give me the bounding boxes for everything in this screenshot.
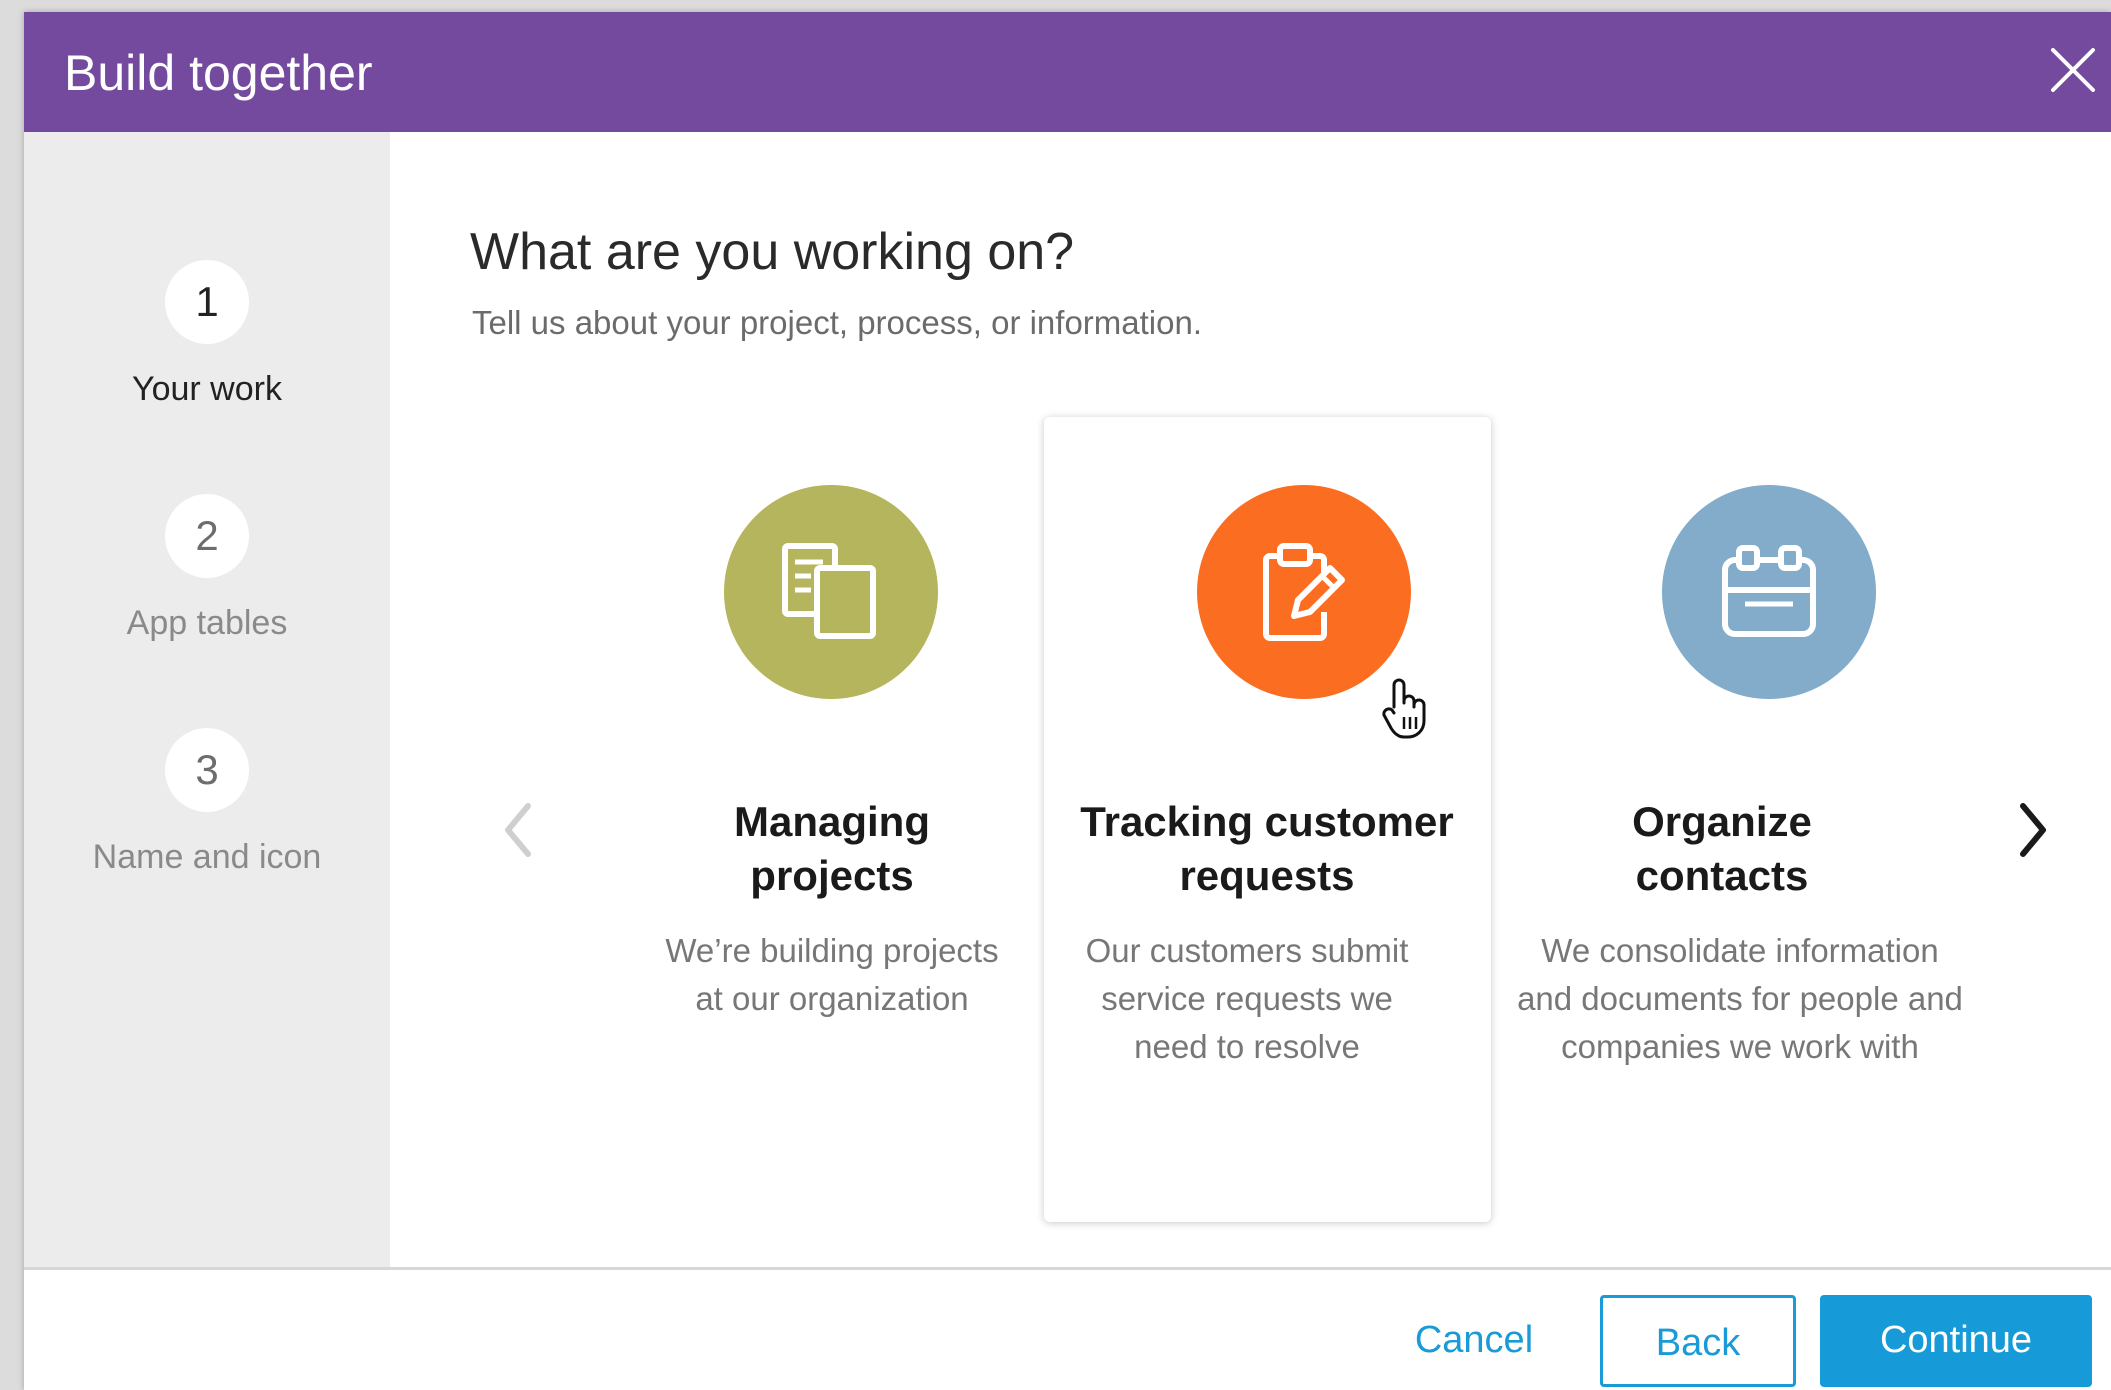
option-title: Tracking customer requests	[1080, 798, 1454, 899]
clipboard-edit-icon	[1263, 543, 1345, 641]
cancel-button[interactable]: Cancel	[1394, 1295, 1554, 1387]
continue-button[interactable]: Continue	[1820, 1295, 2092, 1387]
icon-circle	[724, 485, 938, 699]
option-organize-contacts[interactable]: Organize contacts We consolidate informa…	[1462, 417, 1982, 1222]
icon-circle	[1197, 485, 1411, 699]
step-number: 1	[165, 260, 249, 344]
step-label: App tables	[126, 604, 288, 642]
option-title: Organize contacts	[1632, 798, 1812, 899]
dialog-footer: Cancel Back Continue	[24, 1267, 2111, 1390]
main-content: What are you working on? Tell us about y…	[390, 132, 2111, 1267]
chevron-left-icon[interactable]	[498, 800, 538, 865]
build-together-dialog: Build together 1 Your work 2 App tables …	[24, 12, 2111, 1390]
step-your-work: 1 Your work	[24, 260, 390, 409]
steps-sidebar: 1 Your work 2 App tables 3 Name and icon	[24, 132, 390, 1267]
step-number: 2	[165, 494, 249, 578]
option-description: We consolidate information and documents…	[1517, 932, 1963, 1065]
close-icon[interactable]	[2045, 42, 2101, 98]
option-description: Our customers submit service requests we…	[1085, 932, 1409, 1065]
step-app-tables: 2 App tables	[24, 494, 390, 643]
icon-circle	[1662, 485, 1876, 699]
step-label: Your work	[132, 370, 282, 408]
option-tracking-customer-requests[interactable]: Tracking customer requests Our customers…	[1007, 417, 1527, 1222]
page-title: What are you working on?	[470, 223, 1075, 281]
back-button[interactable]: Back	[1600, 1295, 1796, 1387]
step-label: Name and icon	[92, 838, 322, 876]
hand-pointer-cursor-icon	[1380, 677, 1432, 739]
step-name-and-icon: 3 Name and icon	[24, 728, 390, 877]
chevron-right-icon[interactable]	[2013, 800, 2053, 865]
page-subtitle: Tell us about your project, process, or …	[472, 304, 1203, 341]
documents-icon	[782, 543, 876, 639]
step-number: 3	[165, 728, 249, 812]
dialog-title: Build together	[64, 45, 373, 101]
contact-card-icon	[1722, 545, 1816, 637]
dialog-header: Build together	[24, 12, 2111, 132]
